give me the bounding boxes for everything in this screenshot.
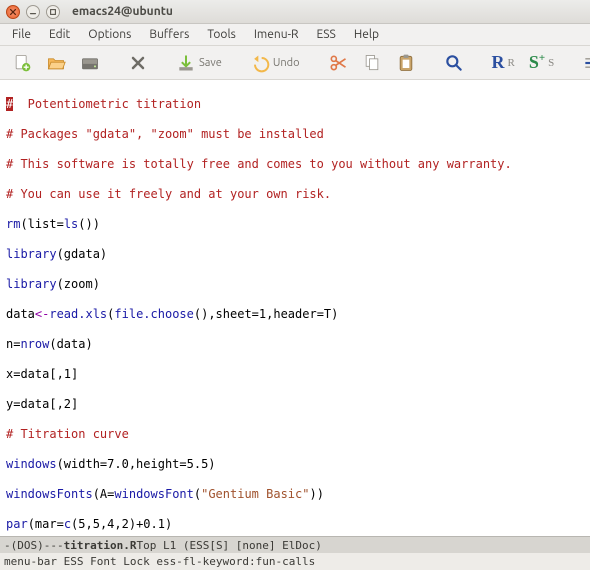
- undo-label: Undo: [273, 57, 300, 69]
- toolbar-new-button[interactable]: [8, 50, 36, 76]
- toolbar-eval-button[interactable]: [578, 50, 590, 76]
- search-icon: [444, 53, 464, 73]
- code-line: library(zoom): [6, 277, 584, 292]
- toolbar-copy-button[interactable]: [358, 50, 386, 76]
- save-icon: [176, 53, 196, 73]
- menu-imenu-r[interactable]: Imenu-R: [246, 26, 307, 43]
- window-close-button[interactable]: [6, 5, 20, 19]
- open-folder-icon: [46, 53, 66, 73]
- toolbar-undo-button[interactable]: Undo: [246, 50, 304, 76]
- menu-options[interactable]: Options: [80, 26, 139, 43]
- code-line: x=data[,1]: [6, 367, 584, 382]
- new-file-icon: [12, 53, 32, 73]
- modeline-buffer-name: titration.R: [64, 539, 137, 552]
- editor-buffer[interactable]: # Potentiometric titration # Packages "g…: [0, 80, 590, 536]
- toolbar-start-r-button[interactable]: R R: [488, 49, 519, 76]
- toolbar-search-button[interactable]: [440, 50, 468, 76]
- scissors-icon: [328, 53, 348, 73]
- close-icon: [9, 8, 17, 16]
- code-line: windows(width=7.0,height=5.5): [6, 457, 584, 472]
- minibuffer[interactable]: menu-bar ESS Font Lock ess-fl-keyword:fu…: [0, 553, 590, 570]
- code-line: library(gdata): [6, 247, 584, 262]
- tool-bar: Save Undo R R S+ S: [0, 46, 590, 80]
- x-icon: [128, 53, 148, 73]
- toolbar-cut-button[interactable]: [324, 50, 352, 76]
- window-minimize-button[interactable]: [26, 5, 40, 19]
- menu-bar: File Edit Options Buffers Tools Imenu-R …: [0, 24, 590, 46]
- code-line: # This software is totally free and come…: [6, 157, 584, 172]
- toolbar-save-button[interactable]: Save: [172, 50, 226, 76]
- r-letter-icon: R: [492, 52, 505, 73]
- modeline-left: -(DOS)---: [4, 539, 64, 552]
- code-line: n=nrow(data): [6, 337, 584, 352]
- code-line: # Titration curve: [6, 427, 584, 442]
- undo-icon: [250, 53, 270, 73]
- r-sub-label: R: [508, 57, 515, 69]
- eval-line-icon: [582, 53, 590, 73]
- code-line: par(mar=c(5,5,4,2)+0.1): [6, 517, 584, 532]
- menu-buffers[interactable]: Buffers: [141, 26, 197, 43]
- menu-edit[interactable]: Edit: [41, 26, 78, 43]
- toolbar-open-button[interactable]: [42, 50, 70, 76]
- code-line: # Potentiometric titration: [6, 97, 584, 112]
- menu-help[interactable]: Help: [346, 26, 387, 43]
- menu-file[interactable]: File: [4, 26, 39, 43]
- maximize-icon: [49, 8, 57, 16]
- code-line: rm(list=ls()): [6, 217, 584, 232]
- code-line: data<-read.xls(file.choose(),sheet=1,hea…: [6, 307, 584, 322]
- mode-line[interactable]: -(DOS)--- titration.R Top L1 (ESS[S] [no…: [0, 536, 590, 553]
- toolbar-diskette-button[interactable]: [76, 50, 104, 76]
- toolbar-start-s-button[interactable]: S+ S: [525, 49, 558, 76]
- code-line: # Packages "gdata", "zoom" must be insta…: [6, 127, 584, 142]
- modeline-right: Top L1 (ESS[S] [none] ElDoc): [136, 539, 321, 552]
- code-line: windowsFonts(A=windowsFont("Gentium Basi…: [6, 487, 584, 502]
- window-maximize-button[interactable]: [46, 5, 60, 19]
- toolbar-paste-button[interactable]: [392, 50, 420, 76]
- drive-icon: [80, 53, 100, 73]
- paste-icon: [396, 53, 416, 73]
- minibuffer-text: menu-bar ESS Font Lock ess-fl-keyword:fu…: [4, 555, 315, 568]
- toolbar-close-button[interactable]: [124, 50, 152, 76]
- window-title: emacs24@ubuntu: [72, 5, 173, 18]
- menu-ess[interactable]: ESS: [309, 26, 344, 43]
- menu-tools[interactable]: Tools: [199, 26, 244, 43]
- code-line: # You can use it freely and at your own …: [6, 187, 584, 202]
- save-label: Save: [199, 57, 222, 69]
- s-sub-label: S: [548, 57, 554, 69]
- copy-icon: [362, 53, 382, 73]
- code-line: y=data[,2]: [6, 397, 584, 412]
- minimize-icon: [29, 8, 37, 16]
- s-letter-icon: S+: [529, 52, 545, 73]
- window-titlebar: emacs24@ubuntu: [0, 0, 590, 24]
